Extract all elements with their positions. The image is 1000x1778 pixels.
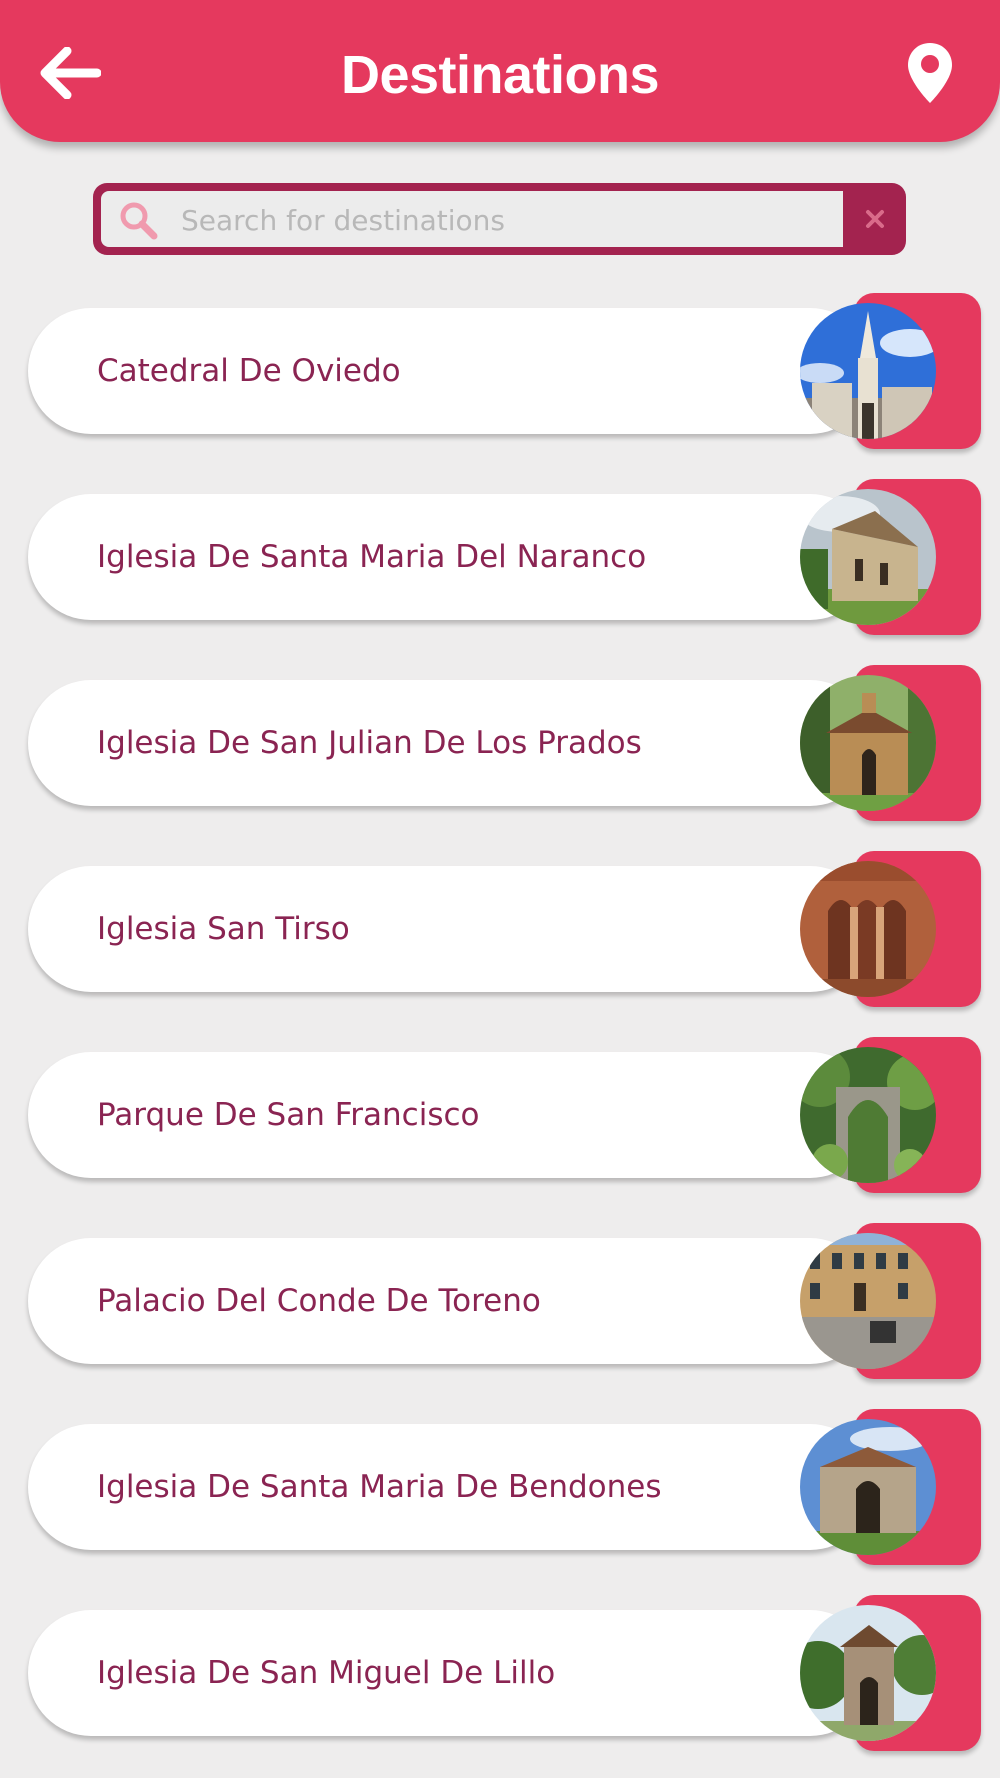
destination-name: Palacio Del Conde De Toreno [97, 1283, 541, 1319]
list-item[interactable]: Parque De San Francisco [28, 1037, 981, 1197]
item-card[interactable]: Iglesia De Santa Maria Del Naranco [28, 494, 873, 620]
destination-name: Iglesia De San Miguel De Lillo [97, 1655, 556, 1691]
destination-photo[interactable] [800, 1047, 936, 1183]
destination-name: Catedral De Oviedo [97, 353, 401, 389]
search-input[interactable] [179, 191, 823, 249]
item-card[interactable]: Iglesia De San Miguel De Lillo [28, 1610, 873, 1736]
search-bar [93, 183, 906, 255]
item-card[interactable]: Iglesia De Santa Maria De Bendones [28, 1424, 873, 1550]
map-pin-icon [908, 43, 952, 103]
app-header: Destinations [0, 0, 1000, 142]
item-card[interactable]: Parque De San Francisco [28, 1052, 873, 1178]
destination-photo[interactable] [800, 489, 936, 625]
destination-name: Parque De San Francisco [97, 1097, 480, 1133]
destination-photo[interactable] [800, 1419, 936, 1555]
destination-photo[interactable] [800, 303, 936, 439]
list-item[interactable]: Palacio Del Conde De Toreno [28, 1223, 981, 1383]
list-item[interactable]: Iglesia De San Miguel De Lillo [28, 1595, 981, 1755]
list-item[interactable]: Iglesia De Santa Maria De Bendones [28, 1409, 981, 1569]
destination-name: Iglesia De Santa Maria Del Naranco [97, 539, 647, 575]
magnifier-icon [120, 202, 158, 240]
list-item[interactable]: Iglesia De San Julian De Los Prados [28, 665, 981, 825]
destination-name: Iglesia De San Julian De Los Prados [97, 725, 642, 761]
item-card[interactable]: Catedral De Oviedo [28, 308, 873, 434]
list-item[interactable]: Catedral De Oviedo [28, 293, 981, 453]
page-title: Destinations [340, 45, 660, 105]
item-card[interactable]: Iglesia De San Julian De Los Prados [28, 680, 873, 806]
destination-photo[interactable] [800, 1233, 936, 1369]
search-field [101, 191, 843, 249]
destination-photo[interactable] [800, 861, 936, 997]
destination-photo[interactable] [800, 675, 936, 811]
item-card[interactable]: Iglesia San Tirso [28, 866, 873, 992]
destination-name: Iglesia San Tirso [97, 911, 350, 947]
destination-photo[interactable] [800, 1605, 936, 1741]
close-icon [865, 210, 884, 228]
location-button[interactable] [898, 38, 962, 108]
list-item[interactable]: Iglesia San Tirso [28, 851, 981, 1011]
list-item[interactable]: Iglesia De Santa Maria Del Naranco [28, 479, 981, 639]
item-card[interactable]: Palacio Del Conde De Toreno [28, 1238, 873, 1364]
clear-search-button[interactable] [843, 183, 906, 255]
destination-name: Iglesia De Santa Maria De Bendones [97, 1469, 662, 1505]
